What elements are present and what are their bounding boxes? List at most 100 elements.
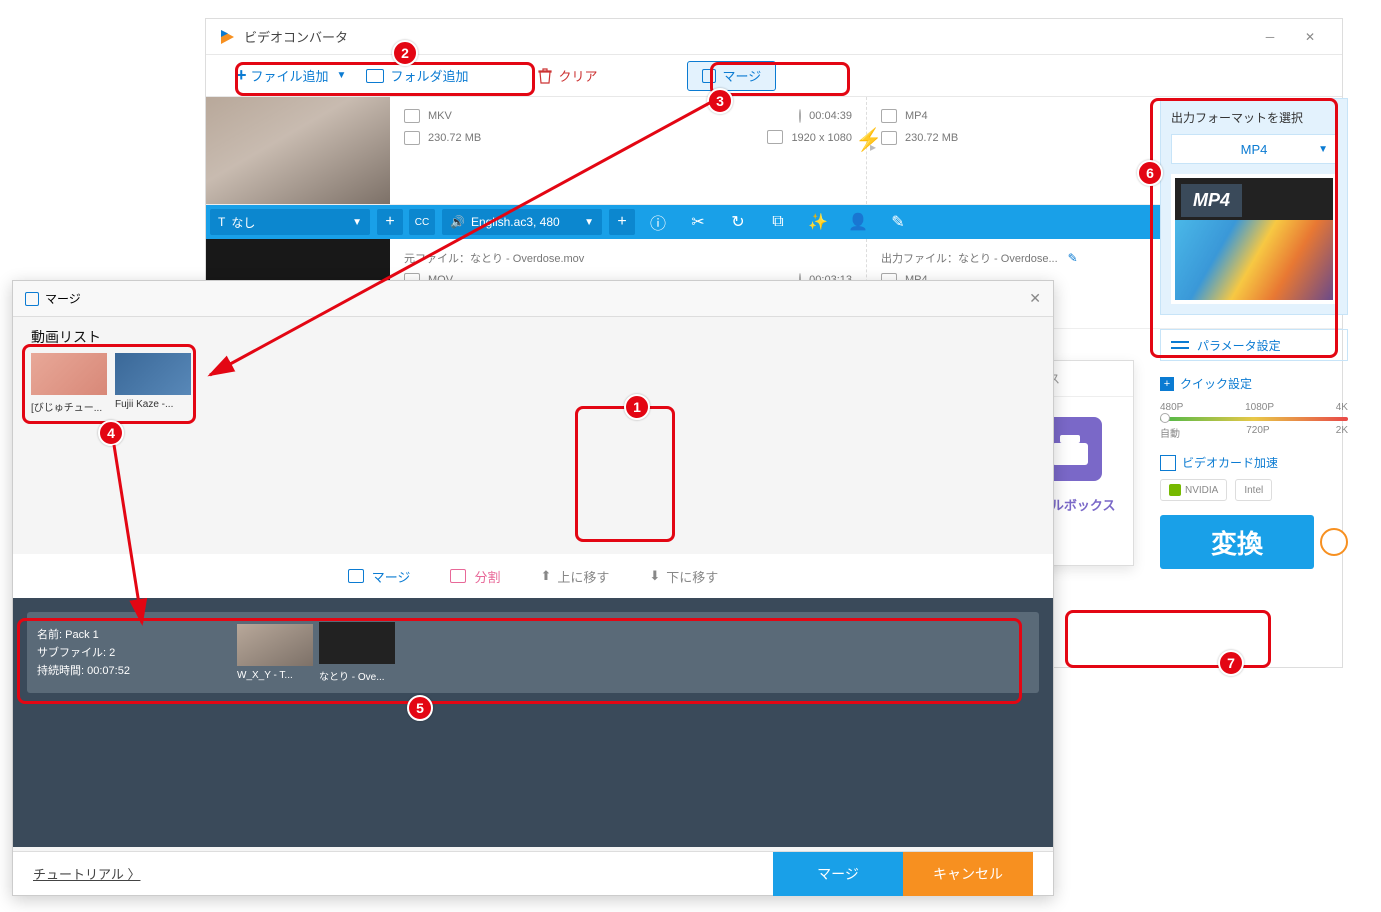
output-format: MP4	[905, 110, 928, 122]
list-item[interactable]: [びじゅチュー...	[31, 353, 107, 414]
close-button[interactable]: ✕	[1290, 21, 1330, 53]
plus-icon: +	[236, 65, 247, 86]
thumb-label: W_X_Y - T...	[237, 670, 313, 681]
schedule-icon[interactable]	[1320, 528, 1348, 556]
merge-dialog: マージ ✕ 動画リスト [びじゅチュー... Fujii Kaze -... マ…	[12, 280, 1054, 896]
effects-button[interactable]: ✨	[798, 205, 838, 239]
cut-button[interactable]: ✂	[678, 205, 718, 239]
format-dropdown[interactable]: MP4 ▼	[1171, 134, 1337, 164]
clock-icon	[799, 109, 801, 123]
merge-action-label: マージ	[372, 567, 411, 586]
chevron-down-icon: ▼	[337, 70, 347, 81]
split-icon	[450, 569, 466, 583]
split-button[interactable]: 分割	[450, 567, 500, 586]
dialog-titlebar: マージ ✕	[13, 281, 1053, 317]
bolt-icon: ⚡	[855, 127, 882, 153]
add-folder-button[interactable]: フォルダ追加	[356, 61, 478, 91]
subtitle-value: なし	[231, 214, 255, 231]
quality-4k: 4K	[1336, 402, 1348, 413]
quality-1080p: 1080P	[1245, 402, 1274, 413]
source-format: MKV	[428, 110, 452, 122]
dialog-close-button[interactable]: ✕	[1029, 290, 1041, 307]
intel-badge[interactable]: Intel	[1235, 479, 1272, 501]
output-format-title: 出力フォーマットを選択	[1171, 109, 1337, 134]
source-resolution: 1920 x 1080	[791, 132, 852, 144]
pack-duration: 持続時間: 00:07:52	[37, 662, 217, 680]
merge-icon	[702, 69, 716, 83]
gpu-accel-section: ビデオカード加速 NVIDIA Intel	[1160, 454, 1348, 501]
arrow-down-icon: ⬇	[649, 568, 660, 584]
param-settings-label: パラメータ設定	[1197, 337, 1281, 354]
quality-480p: 480P	[1160, 402, 1183, 413]
pack-name: 名前: Pack 1	[37, 626, 217, 644]
subtitle-select[interactable]: Tなし ▼	[210, 209, 370, 235]
add-file-label: ファイル追加	[251, 66, 329, 85]
quality-auto: 自動	[1160, 425, 1180, 440]
pack-row[interactable]: 名前: Pack 1 サブファイル: 2 持続時間: 00:07:52 W_X_…	[27, 612, 1039, 693]
dialog-merge-button[interactable]: マージ	[773, 852, 903, 896]
format-icon	[881, 109, 897, 123]
quick-settings-label: クイック設定	[1180, 375, 1252, 392]
convert-button[interactable]: 変換	[1160, 515, 1314, 569]
intel-label: Intel	[1244, 485, 1263, 496]
pack-thumb: W_X_Y - T...	[237, 624, 313, 681]
chevron-down-icon: ▼	[1318, 144, 1328, 155]
dialog-footer: チュートリアル 〉 マージ キャンセル	[13, 851, 1053, 895]
watermark-button[interactable]: 👤	[838, 205, 878, 239]
pack-thumb: なとり - Ove...	[319, 622, 395, 683]
pack-subfiles: サブファイル: 2	[37, 644, 217, 662]
gpu-accel-label: ビデオカード加速	[1182, 454, 1278, 471]
nvidia-label: NVIDIA	[1185, 485, 1218, 496]
video-thumbnail	[206, 97, 390, 204]
folder-icon	[366, 69, 384, 83]
app-logo-icon	[218, 28, 236, 46]
source-filename: 元ファイル：なとり - Overdose.mov	[404, 250, 584, 266]
source-meta: MKV 00:04:39 230.72 MB 1920 x 1080 ▸	[390, 97, 866, 204]
dialog-cancel-label: キャンセル	[933, 864, 1003, 884]
app-title: ビデオコンバータ	[244, 27, 1250, 46]
slider-thumb[interactable]	[1160, 413, 1170, 423]
dialog-cancel-button[interactable]: キャンセル	[903, 852, 1033, 896]
convert-label: 変換	[1211, 524, 1263, 561]
sliders-icon	[1171, 338, 1189, 352]
video-name: [びじゅチュー...	[31, 399, 107, 414]
merge-button[interactable]: マージ	[687, 61, 776, 91]
format-value: MP4	[1241, 142, 1268, 157]
move-down-button[interactable]: ⬇ 下に移す	[649, 567, 718, 586]
merge-action-button[interactable]: マージ	[348, 567, 411, 586]
move-up-button[interactable]: ⬆ 上に移す	[540, 567, 609, 586]
add-audio-button[interactable]: +	[609, 209, 635, 235]
add-folder-label: フォルダ追加	[390, 66, 468, 85]
param-settings-button[interactable]: パラメータ設定	[1160, 329, 1348, 361]
rotate-button[interactable]: ↻	[718, 205, 758, 239]
size-icon	[404, 131, 420, 145]
audio-select[interactable]: 🔊English.ac3, 480 ▼	[442, 209, 602, 235]
source-duration: 00:04:39	[809, 110, 852, 122]
cc-button[interactable]: CC	[409, 209, 435, 235]
add-subtitle-button[interactable]: +	[377, 209, 403, 235]
format-preview: MP4	[1171, 174, 1337, 304]
tutorial-link[interactable]: チュートリアル 〉	[33, 864, 140, 883]
crop-button[interactable]: ⧉	[758, 205, 798, 239]
output-filename: 出力ファイル：なとり - Overdose...	[881, 250, 1058, 266]
merge-toolbar: マージ 分割 ⬆ 上に移す ⬇ 下に移す	[13, 554, 1053, 598]
list-item[interactable]: Fujii Kaze -...	[115, 353, 191, 414]
edit-button[interactable]: ✎	[878, 205, 918, 239]
minimize-button[interactable]: ─	[1250, 21, 1290, 53]
video-list-label: 動画リスト	[13, 317, 1053, 353]
dialog-title: マージ	[45, 290, 81, 307]
main-toolbar: + ファイル追加 ▼ フォルダ追加 クリア マージ	[206, 55, 1342, 97]
video-thumbnail	[31, 353, 107, 395]
output-format-panel: 出力フォーマットを選択 MP4 ▼ MP4	[1160, 98, 1348, 315]
rename-icon[interactable]: ✎	[1068, 251, 1078, 265]
merge-icon	[25, 292, 39, 306]
add-file-button[interactable]: + ファイル追加 ▼	[226, 61, 356, 91]
clear-button[interactable]: クリア	[528, 61, 607, 91]
quality-slider[interactable]	[1160, 417, 1348, 421]
size-icon	[881, 131, 897, 145]
nvidia-badge[interactable]: NVIDIA	[1160, 479, 1227, 501]
info-button[interactable]: ⓘ	[638, 205, 678, 239]
video-thumbnail	[115, 353, 191, 395]
move-down-label: 下に移す	[666, 567, 718, 586]
output-size: 230.72 MB	[905, 132, 958, 144]
